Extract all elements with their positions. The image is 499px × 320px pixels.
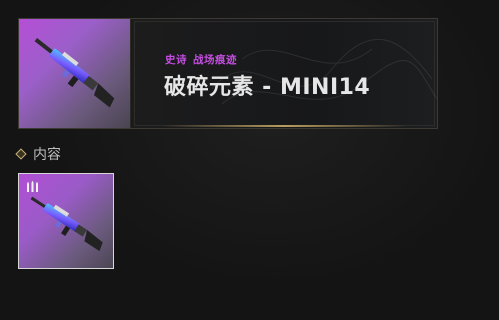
item-header-card: 史诗 战场痕迹 破碎元素 - MINI14 bbox=[18, 18, 438, 129]
contents-section-header: 内容 bbox=[15, 145, 61, 163]
diamond-icon bbox=[15, 148, 27, 160]
item-title: 破碎元素 - MINI14 bbox=[164, 75, 371, 100]
item-info-panel: 史诗 战场痕迹 破碎元素 - MINI14 bbox=[132, 19, 437, 128]
content-item-tile[interactable] bbox=[18, 173, 114, 269]
rarity-line: 史诗 战场痕迹 bbox=[165, 52, 243, 67]
gold-accent-line bbox=[162, 125, 407, 127]
rarity-label: 史诗 bbox=[165, 54, 187, 66]
ammo-icon bbox=[27, 181, 38, 192]
item-thumbnail bbox=[19, 19, 131, 128]
category-label: 战场痕迹 bbox=[193, 54, 237, 66]
rifle-icon bbox=[34, 38, 115, 108]
section-title: 内容 bbox=[33, 147, 61, 163]
